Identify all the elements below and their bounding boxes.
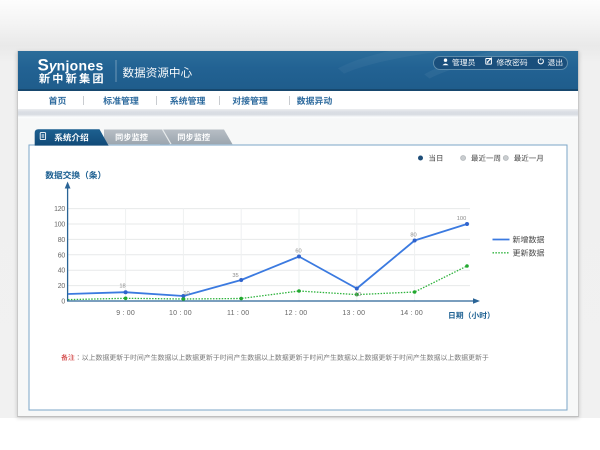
svg-text:35: 35 — [232, 273, 238, 279]
svg-text:100: 100 — [54, 222, 65, 229]
svg-text:0: 0 — [61, 299, 65, 306]
svg-text:10: 10 — [355, 292, 361, 298]
svg-text:100: 100 — [457, 216, 467, 222]
svg-text:11 : 00: 11 : 00 — [227, 310, 249, 317]
svg-text:12 : 00: 12 : 00 — [285, 310, 308, 317]
svg-text:60: 60 — [295, 249, 301, 255]
svg-text:Synjones: Synjones — [38, 56, 104, 75]
svg-text:9 : 00: 9 : 00 — [116, 310, 135, 317]
svg-text:14 : 00: 14 : 00 — [400, 310, 423, 317]
svg-text:80: 80 — [410, 233, 416, 239]
svg-text:40: 40 — [58, 268, 66, 275]
svg-text:80: 80 — [58, 237, 66, 244]
svg-text:13 : 00: 13 : 00 — [342, 310, 365, 317]
svg-text:120: 120 — [54, 206, 65, 213]
svg-text:10: 10 — [183, 291, 189, 297]
svg-text:18: 18 — [119, 283, 125, 289]
svg-text:10 : 00: 10 : 00 — [169, 310, 192, 317]
svg-text:20: 20 — [58, 283, 66, 290]
svg-text:60: 60 — [58, 252, 66, 259]
